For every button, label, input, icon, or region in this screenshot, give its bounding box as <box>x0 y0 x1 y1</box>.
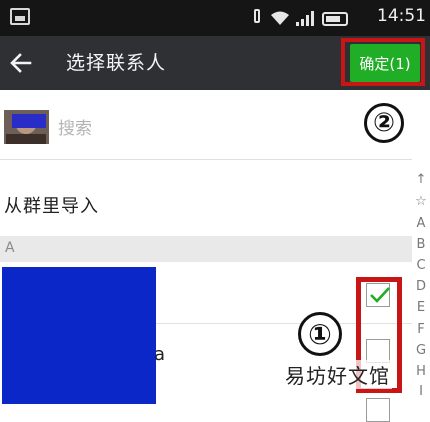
step-2-marker: ② <box>364 103 404 143</box>
index-item-star[interactable]: ☆ <box>412 194 430 209</box>
contact-checkbox[interactable] <box>366 398 390 422</box>
status-icons <box>250 8 348 26</box>
signal-icon <box>296 10 316 26</box>
index-item-f[interactable]: F <box>412 322 430 337</box>
index-item-d[interactable]: D <box>412 279 430 294</box>
alphabet-index-bar[interactable]: ↑ ☆ A B C D E F G H I <box>412 170 430 404</box>
vibrate-icon <box>250 8 264 26</box>
watermark: 易坊好文馆 <box>283 360 392 389</box>
image-notification-icon <box>10 8 30 25</box>
index-item-c[interactable]: C <box>412 258 430 273</box>
index-item-i[interactable]: I <box>412 384 430 399</box>
search-input[interactable] <box>58 118 298 140</box>
index-item-b[interactable]: B <box>412 237 430 252</box>
page-title: 选择联系人 <box>66 52 167 74</box>
battery-icon <box>322 12 348 26</box>
index-item-g[interactable]: G <box>412 343 430 358</box>
index-item-e[interactable]: E <box>412 300 430 315</box>
index-item-h[interactable]: H <box>412 364 430 379</box>
index-item-up[interactable]: ↑ <box>412 172 430 187</box>
contact-name[interactable]: a <box>154 344 165 365</box>
index-item-a[interactable]: A <box>412 216 430 231</box>
section-header-a: A <box>0 236 412 262</box>
selected-contact-avatar[interactable] <box>4 110 49 144</box>
redacted-contact-block <box>2 267 156 404</box>
redaction-bar <box>12 114 46 128</box>
import-from-group-row[interactable]: 从群里导入 <box>0 172 412 234</box>
step-1-marker: ① <box>298 312 342 356</box>
import-from-group-label: 从群里导入 <box>4 196 99 217</box>
search-underline <box>0 159 412 160</box>
back-arrow-icon[interactable] <box>8 50 34 76</box>
wifi-icon <box>270 10 290 26</box>
section-letter: A <box>5 240 15 256</box>
status-time: 14:51 <box>377 6 426 26</box>
confirm-highlight-frame <box>341 38 425 86</box>
status-bar: 14:51 <box>0 0 430 36</box>
